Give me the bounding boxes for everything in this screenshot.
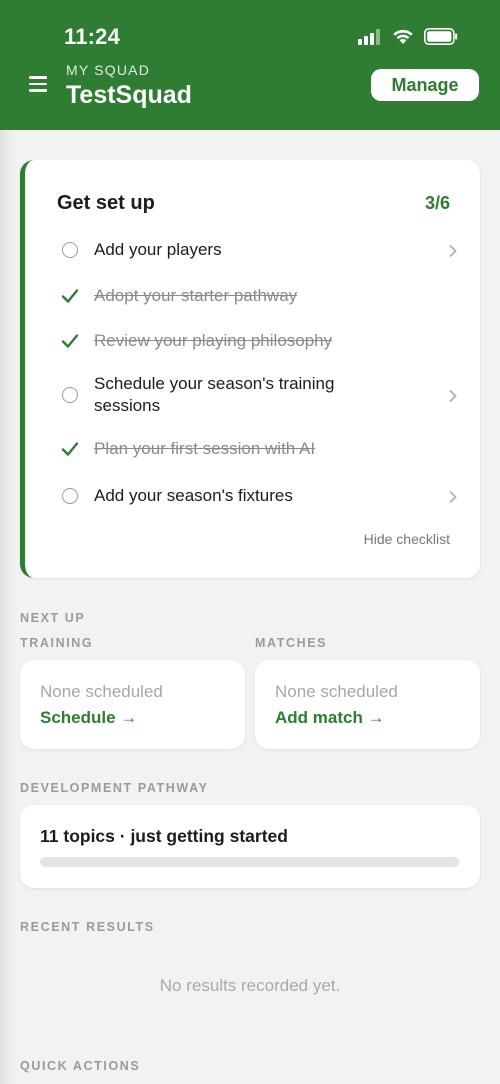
checklist-item-label: Plan your first session with AI (94, 439, 316, 458)
recent-results-label: RECENT RESULTS (20, 920, 155, 934)
checklist-item-label: Adopt your starter pathway (94, 286, 298, 305)
development-pathway-label: DEVELOPMENT PATHWAY (20, 781, 209, 795)
no-results-text: No results recorded yet. (159, 976, 341, 995)
wifi-icon (393, 29, 413, 44)
squad-eyebrow: MY SQUAD (66, 62, 151, 78)
training-label: TRAINING (20, 636, 94, 650)
setup-progress: 3/6 (424, 193, 450, 213)
chevron-right-icon (449, 389, 457, 403)
checklist-item-label: Schedule your season's training sessions (94, 374, 335, 415)
battery-icon (424, 28, 458, 45)
schedule-link[interactable]: Schedule → (40, 708, 137, 728)
checkmark-icon (61, 334, 79, 348)
squad-name: TestSquad (66, 81, 192, 109)
setup-title: Get set up (57, 192, 155, 214)
training-empty-text: None scheduled (40, 682, 163, 701)
pathway-card[interactable]: 11 topics · just getting started (20, 805, 480, 888)
app-header: 11:24 MY SQUAD TestSquad Manage (0, 0, 500, 130)
chevron-right-icon (449, 490, 457, 504)
unchecked-circle-icon (62, 488, 78, 504)
status-icons (356, 27, 466, 47)
add-match-link[interactable]: Add match → (275, 708, 385, 728)
checklist-item-add-fixtures[interactable]: Add your season's fixtures (58, 485, 458, 507)
quick-actions-label: QUICK ACTIONS (20, 1059, 141, 1073)
unchecked-circle-icon (62, 387, 78, 403)
checklist-item-add-players[interactable]: Add your players (58, 239, 458, 261)
manage-button[interactable]: Manage (371, 69, 479, 101)
checklist-item-plan-session[interactable]: Plan your first session with AI (58, 438, 458, 460)
status-time: 11:24 (64, 24, 121, 49)
training-card: None scheduled Schedule → (20, 660, 245, 749)
edge-shadow (0, 130, 14, 1084)
checklist-item-schedule-training[interactable]: Schedule your season's training sessions (58, 373, 458, 417)
checklist-item-label: Review your playing philosophy (94, 331, 333, 350)
unchecked-circle-icon (62, 242, 78, 258)
chevron-right-icon (449, 244, 457, 258)
checklist-item-label: Add your players (94, 240, 222, 259)
checklist-item-label: Add your season's fixtures (94, 486, 293, 505)
matches-label: MATCHES (255, 636, 328, 650)
cellular-signal-icon (358, 29, 384, 45)
pathway-progress-bar (40, 857, 459, 867)
checklist-item-adopt-pathway[interactable]: Adopt your starter pathway (58, 285, 458, 307)
checkmark-icon (61, 442, 79, 456)
matches-card: None scheduled Add match → (255, 660, 480, 749)
checklist-item-review-philosophy[interactable]: Review your playing philosophy (58, 330, 458, 352)
matches-empty-text: None scheduled (275, 682, 398, 701)
setup-checklist-card: Get set up 3/6 Add your players Adopt yo… (20, 160, 480, 578)
checkmark-icon (61, 289, 79, 303)
pathway-summary: 11 topics · just getting started (40, 826, 288, 846)
hide-checklist-link[interactable]: Hide checklist (364, 531, 450, 547)
next-up-label: NEXT UP (20, 611, 86, 625)
hamburger-menu-icon[interactable] (29, 76, 47, 92)
